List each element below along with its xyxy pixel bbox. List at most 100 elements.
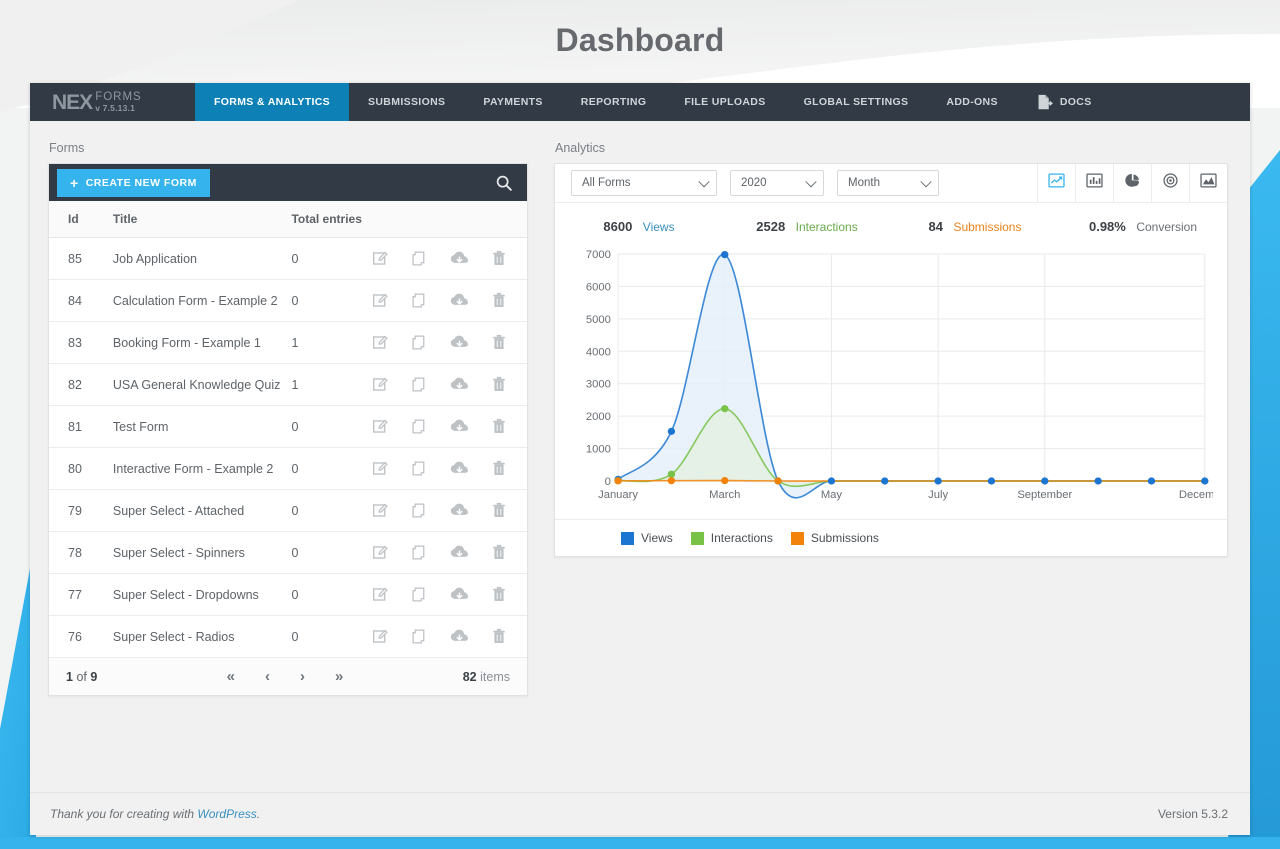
chart-point-views[interactable] [667,427,676,435]
duplicate-icon[interactable] [411,460,428,477]
cloud-download-icon[interactable] [450,628,469,645]
wordpress-link[interactable]: WordPress [197,807,256,821]
pagination-item-count: 82 items [463,670,510,684]
trash-icon[interactable] [491,376,507,393]
pagination-first-button[interactable]: « [227,669,235,684]
trash-icon[interactable] [491,292,507,309]
chart-point-interactions[interactable] [667,470,676,478]
cell-title[interactable]: Booking Form - Example 1 [112,321,292,364]
edit-icon[interactable] [372,502,389,519]
chart-point-views[interactable] [1201,477,1209,485]
edit-icon[interactable] [372,250,389,267]
pagination-prev-button[interactable]: ‹ [265,669,270,684]
cell-title[interactable]: Job Application [112,237,292,280]
legend-item-interactions[interactable]: Interactions [690,531,773,545]
duplicate-icon[interactable] [411,418,428,435]
duplicate-icon[interactable] [411,628,428,645]
cell-actions [372,573,527,616]
cloud-download-icon[interactable] [450,502,469,519]
forms-panel-label: Forms [49,141,85,155]
edit-icon[interactable] [372,460,389,477]
chart-point-interactions[interactable] [721,405,729,413]
trash-icon[interactable] [491,586,507,603]
edit-icon[interactable] [372,418,389,435]
trash-icon[interactable] [491,460,507,477]
pagination-page-indicator: 1 of 9 [66,670,97,684]
create-new-form-button[interactable]: + CREATE NEW FORM [57,168,210,197]
cloud-download-icon[interactable] [450,544,469,561]
search-icon[interactable] [495,174,517,192]
chart-point-submissions[interactable] [721,476,729,485]
nav-add-ons[interactable]: ADD-ONS [927,83,1016,121]
cell-title[interactable]: Super Select - Attached [112,489,292,532]
cloud-download-icon[interactable] [450,334,469,351]
cloud-download-icon[interactable] [450,250,469,267]
cell-title[interactable]: Super Select - Spinners [112,531,292,574]
legend-item-submissions[interactable]: Submissions [790,531,879,545]
pagination-last-button[interactable]: » [335,669,343,684]
nav-forms-and-analytics[interactable]: FORMS & ANALYTICS [195,83,350,121]
chart-point-views[interactable] [721,251,729,259]
chart-point-views[interactable] [827,477,836,485]
edit-icon[interactable] [372,544,389,561]
chart-point-views[interactable] [881,477,889,485]
duplicate-icon[interactable] [411,544,428,561]
trash-icon[interactable] [491,502,507,519]
nav-file-uploads[interactable]: FILE UPLOADS [665,83,784,121]
nav-global-settings[interactable]: GLOBAL SETTINGS [785,83,928,121]
chart-point-views[interactable] [1094,477,1102,485]
year-filter-select[interactable]: 2020 [730,170,824,196]
duplicate-icon[interactable] [411,502,428,519]
nav-label: ADD-ONS [946,96,998,108]
cloud-download-icon[interactable] [450,376,469,393]
edit-icon[interactable] [372,292,389,309]
pagination-next-button[interactable]: › [300,669,305,684]
chart-point-views[interactable] [934,477,942,485]
legend-label-submissions: Submissions [810,531,879,545]
chart-type-area-button[interactable] [1189,164,1227,202]
duplicate-icon[interactable] [411,292,428,309]
edit-icon[interactable] [372,334,389,351]
edit-icon[interactable] [372,376,389,393]
duplicate-icon[interactable] [411,586,428,603]
row-action-group [372,586,511,603]
duplicate-icon[interactable] [411,250,428,267]
cell-title[interactable]: Super Select - Radios [112,615,292,658]
trash-icon[interactable] [491,250,507,267]
trash-icon[interactable] [491,544,507,561]
stat-submissions: 84 Submissions [891,218,1059,236]
cloud-download-icon[interactable] [450,460,469,477]
chart-point-submissions[interactable] [667,477,676,485]
trash-icon[interactable] [491,418,507,435]
edit-icon[interactable] [372,586,389,603]
cell-title[interactable]: Test Form [112,405,292,448]
chart-point-views[interactable] [987,477,996,485]
cell-title[interactable]: Super Select - Dropdowns [112,573,292,616]
legend-item-views[interactable]: Views [621,531,673,545]
trash-icon[interactable] [491,628,507,645]
form-filter-select[interactable]: All Forms [571,170,717,196]
cloud-download-icon[interactable] [450,292,469,309]
duplicate-icon[interactable] [411,334,428,351]
cloud-download-icon[interactable] [450,418,469,435]
chart-type-doughnut-button[interactable] [1151,164,1189,202]
chart-type-line-button[interactable] [1037,164,1075,202]
chart-point-views[interactable] [1147,477,1156,485]
chart-point-submissions[interactable] [774,477,782,485]
trash-icon[interactable] [491,334,507,351]
nav-submissions[interactable]: SUBMISSIONS [349,83,464,121]
chart-point-submissions[interactable] [614,477,622,485]
cloud-download-icon[interactable] [450,586,469,603]
chart-type-pie-button[interactable] [1113,164,1151,202]
nav-payments[interactable]: PAYMENTS [464,83,561,121]
edit-icon[interactable] [372,628,389,645]
nav-docs[interactable]: DOCS [1017,83,1111,121]
cell-title[interactable]: Calculation Form - Example 2 [112,279,292,322]
cell-title[interactable]: USA General Knowledge Quiz [112,363,292,406]
duplicate-icon[interactable] [411,376,428,393]
nav-reporting[interactable]: REPORTING [562,83,666,121]
cell-title[interactable]: Interactive Form - Example 2 [112,447,292,490]
period-filter-select[interactable]: Month [837,170,939,196]
chart-point-views[interactable] [1041,477,1049,485]
chart-type-bar-button[interactable] [1075,164,1113,202]
